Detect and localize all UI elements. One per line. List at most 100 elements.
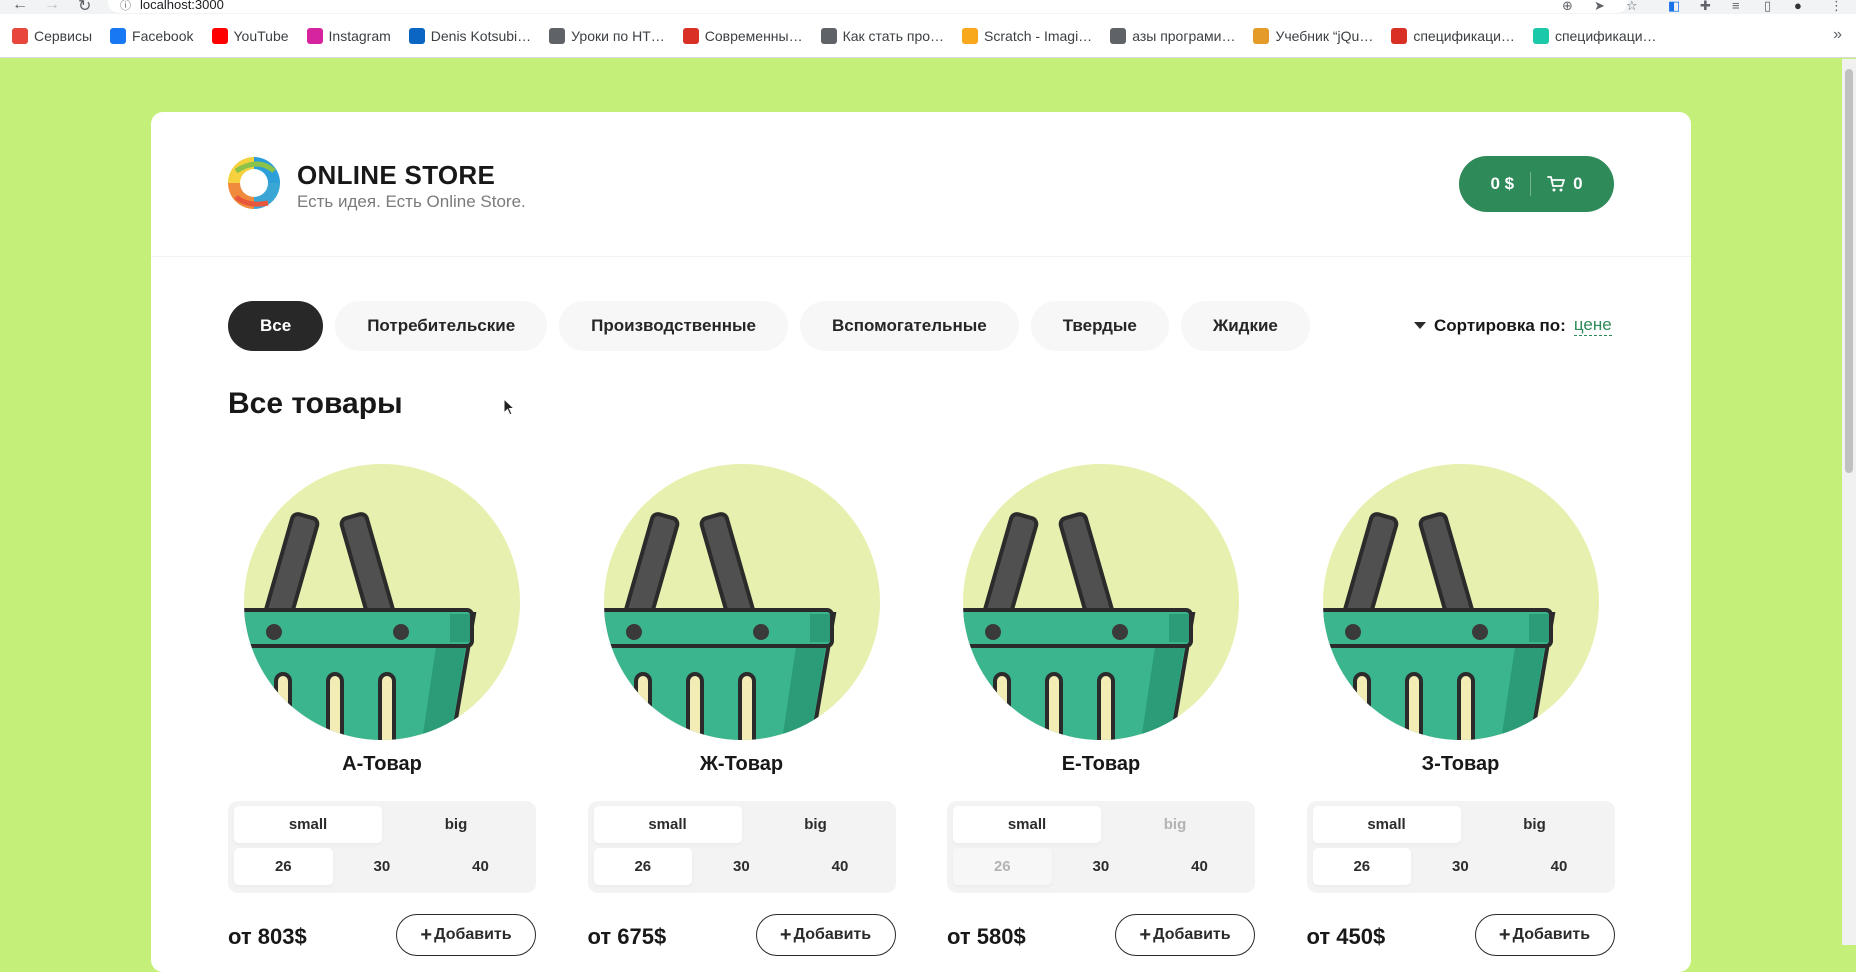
category-tab[interactable]: Жидкие [1180,301,1310,351]
forward-icon[interactable]: → [44,0,60,14]
more-bookmarks-icon[interactable]: » [1833,26,1842,44]
star-icon[interactable]: ☆ [1626,0,1638,14]
site-info-icon[interactable]: ⓘ [120,0,131,13]
product-footer: от 450$ + Добавить [1307,914,1615,960]
add-to-cart-button[interactable]: + Добавить [1474,914,1615,956]
store-name: ONLINE STORE [297,160,496,190]
bookmark-item[interactable]: Denis Kotsubi… [408,27,531,44]
category-tab[interactable]: Потребительские [335,301,548,351]
bookmark-item[interactable]: Scratch - Imagi… [962,27,1092,44]
add-button-label: Добавить [793,926,872,943]
bookmark-label: Уроки по HT… [571,27,665,44]
product-options: small big 26 30 40 [1306,801,1615,893]
size-option[interactable]: 40 [791,848,890,885]
product-price: от 450$ [1306,924,1386,949]
size-option[interactable]: 26 [1312,848,1412,885]
product-price: от 803$ [228,924,307,949]
size-option[interactable]: 40 [431,848,530,885]
size-option[interactable]: 40 [1510,848,1609,885]
sort-control[interactable]: Сортировка по: цене [1414,315,1612,336]
type-option[interactable]: big [382,806,530,843]
bookmark-label: Instagram [328,27,391,44]
sort-value[interactable]: цене [1573,315,1612,336]
scrollbar-thumb[interactable] [1845,69,1853,473]
scrollbar[interactable] [1842,59,1856,945]
bookmark-item[interactable]: Уроки по HT… [549,27,665,44]
bookmark-item[interactable]: Facebook [110,27,194,44]
store-tagline: Есть идея. Есть Online Store. [297,192,526,211]
bookmark-label: YouTube [233,27,289,44]
size-option[interactable]: 40 [1150,848,1249,885]
type-option[interactable]: small [593,806,742,843]
basket-illustration-icon[interactable] [1322,464,1599,740]
plus-icon: + [420,923,433,946]
side-panel-icon[interactable]: ▯ [1764,0,1771,14]
type-option[interactable]: big [742,806,890,843]
cart-count: 0 [1573,174,1583,193]
store-logo-icon[interactable] [228,157,280,209]
size-option[interactable]: 30 [1052,848,1151,885]
url-text: localhost:3000 [140,0,224,12]
type-option: big [1163,816,1187,833]
bookmark-item[interactable]: спецификаци… [1532,27,1657,44]
sort-arrow-icon[interactable] [1414,322,1426,329]
type-option[interactable]: big [1461,806,1609,843]
add-button-label: Добавить [434,926,512,943]
bookmark-item[interactable]: азы програми… [1110,27,1235,44]
size-option[interactable]: 26 [593,848,693,885]
instagram-icon [306,27,323,44]
bookmark-item[interactable]: Как стать про… [820,27,945,44]
add-button-label: Добавить [1512,926,1591,943]
bookmark-item[interactable]: YouTube [211,27,289,44]
plus-icon: + [1139,923,1152,946]
reading-list-icon[interactable]: ≡ [1732,0,1740,13]
bookmark-item[interactable]: Учебник “jQu… [1253,27,1373,44]
size-options: 26 30 40 [953,848,1249,885]
zoom-icon[interactable]: ⊕ [1562,0,1573,14]
facebook-icon [110,27,127,44]
bookmark-item[interactable]: спецификаци… [1391,27,1515,44]
reload-icon[interactable]: ↻ [78,0,91,14]
bookmark-item[interactable]: Современны… [682,27,803,44]
address-bar[interactable]: ⓘ localhost:3000 [108,0,1628,13]
bookmark-item[interactable]: Сервисы [12,27,93,44]
product-price: от 675$ [587,924,667,949]
product-footer: от 580$ + Добавить [947,914,1255,960]
category-tab[interactable]: Производственные [559,301,788,351]
bookmark-label: Facebook [132,27,194,44]
bookmark-label: Как стать про… [842,27,945,44]
size-option[interactable]: 26 [234,848,333,885]
page-title: Все товары [228,387,403,420]
category-tab[interactable]: Вспомогательные [799,301,1019,351]
basket-illustration-icon[interactable] [603,464,880,740]
add-to-cart-button[interactable]: + Добавить [396,914,536,956]
category-tab[interactable]: Твердые [1030,301,1169,351]
profile-avatar-icon[interactable]: ● [1794,0,1802,13]
category-tab[interactable]: Все [228,301,324,351]
bookmark-item[interactable]: Instagram [306,27,391,44]
menu-icon[interactable]: ⋮ [1830,0,1843,14]
size-option[interactable]: 30 [333,848,432,885]
translate-icon[interactable]: ◧ [1668,0,1680,14]
basket-illustration-icon[interactable] [244,464,520,740]
category-tabs: Все Потребительские Производственные Вспомо… [228,301,1322,351]
type-option[interactable]: small [1312,806,1461,843]
size-option[interactable]: 30 [692,848,791,885]
add-to-cart-button[interactable]: + Добавить [755,914,896,956]
type-option[interactable]: small [234,806,382,843]
type-options: small big [593,806,890,843]
type-option[interactable]: small [953,806,1101,843]
size-options: 26 30 40 [234,848,530,885]
send-icon[interactable]: ➤ [1594,0,1605,14]
add-button-label: Добавить [1153,926,1231,943]
product-name: Е-Товар [1061,753,1141,775]
add-to-cart-button[interactable]: + Добавить [1115,914,1255,956]
basket-illustration-icon[interactable] [963,464,1239,740]
type-options: small big [1312,806,1609,843]
size-option[interactable]: 30 [1411,848,1510,885]
cart-button[interactable]: 0 $ 0 [1459,156,1614,212]
size-option: 26 [953,848,1052,885]
extensions-icon[interactable]: ✚ [1700,0,1711,14]
back-icon[interactable]: ← [12,0,28,14]
bookmark-label: Сервисы [34,27,93,44]
